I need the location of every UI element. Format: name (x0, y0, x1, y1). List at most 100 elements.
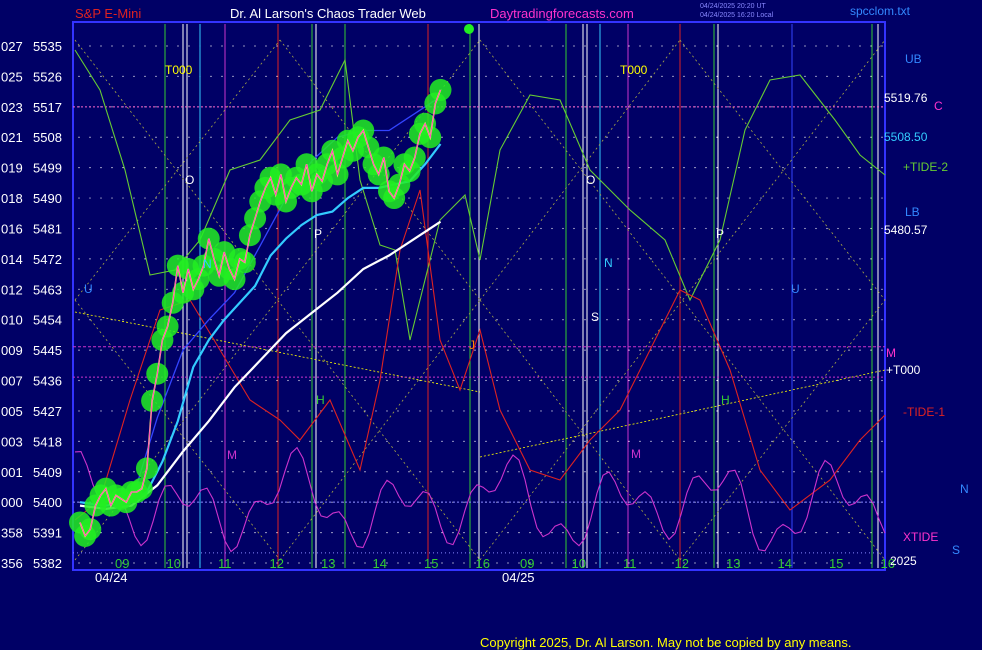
grid-dot (353, 288, 355, 290)
grid-dot (232, 440, 234, 442)
grid-dot (837, 531, 839, 534)
grid-dot (881, 349, 883, 351)
grid-dot (815, 197, 817, 199)
grid-dot (276, 75, 278, 78)
y-tick-price: 5472 (33, 252, 62, 267)
grid-dot (419, 106, 421, 108)
x-tick-hour: 13 (321, 556, 335, 571)
grid-dot (771, 167, 773, 169)
grid-dot (705, 562, 707, 564)
grid-dot (826, 471, 828, 473)
website-link[interactable]: Daytradingforecasts.com (490, 6, 634, 21)
grid-dot (507, 531, 509, 534)
grid-dot (749, 440, 751, 442)
x-tick-hour: 11 (218, 556, 232, 571)
grid-dot (584, 288, 586, 290)
grid-dot (463, 75, 465, 78)
grid-dot (309, 410, 311, 412)
diagonal-lines (74, 39, 886, 561)
grid-dot (133, 319, 135, 321)
grid-dot (463, 562, 465, 564)
grid-dot (353, 562, 355, 564)
grid-dot (540, 440, 542, 442)
grid-dot (683, 197, 685, 199)
plot-marker-letter: M (227, 448, 237, 462)
plot-marker-letter: S (591, 310, 599, 324)
grid-dot (419, 562, 421, 564)
grid-dot (584, 258, 586, 260)
grid-dot (595, 167, 597, 169)
grid-dot (287, 75, 289, 78)
grid-dot (496, 75, 498, 78)
grid-dot (661, 440, 663, 442)
grid-dot (573, 379, 575, 382)
y-tick-price: 5526 (33, 69, 62, 84)
grid-dot (232, 197, 234, 199)
grid-dot (386, 288, 388, 290)
grid-dot (793, 45, 795, 47)
grid-dot (650, 379, 652, 382)
grid-dot (606, 410, 608, 412)
grid-dot (89, 197, 91, 199)
grid-dot (210, 471, 212, 473)
grid-dot (782, 227, 784, 230)
grid-dot (661, 288, 663, 290)
grid-dot (837, 45, 839, 47)
grid-dot (111, 106, 113, 108)
grid-dot (210, 440, 212, 442)
grid-dot (716, 45, 718, 47)
grid-dot (221, 349, 223, 351)
grid-dot (672, 471, 674, 473)
grid-dot (408, 349, 410, 351)
grid-dot (815, 501, 817, 503)
grid-dot (111, 288, 113, 290)
grid-dot (243, 197, 245, 199)
grid-dot (562, 319, 564, 321)
grid-dot (529, 319, 531, 321)
grid-dot (243, 106, 245, 108)
grid-dot (562, 45, 564, 47)
data-file-name: spcclom.txt (850, 4, 911, 18)
grid-dot (782, 258, 784, 260)
grid-dot (320, 136, 322, 138)
grid-dot (111, 227, 113, 230)
grid-dot (738, 531, 740, 534)
grid-dot (848, 167, 850, 169)
grid-dot (881, 471, 883, 473)
grid-dot (419, 440, 421, 442)
grid-dot (738, 379, 740, 382)
grid-dot (331, 197, 333, 199)
grid-dot (188, 531, 190, 534)
grid-dot (859, 136, 861, 138)
y-tick-degree: 003 (1, 434, 23, 449)
grid-dot (837, 288, 839, 290)
grid-dot (419, 319, 421, 321)
grid-dot (749, 197, 751, 199)
grid-dot (661, 197, 663, 199)
grid-dot (705, 75, 707, 78)
grid-dot (815, 440, 817, 442)
grid-dot (507, 440, 509, 442)
grid-dot (760, 197, 762, 199)
grid-dot (771, 410, 773, 412)
grid-dot (375, 197, 377, 199)
grid-dot (749, 410, 751, 412)
grid-dot (474, 227, 476, 230)
grid-dot (210, 197, 212, 199)
grid-dot (331, 75, 333, 78)
grid-dot (848, 349, 850, 351)
grid-dot (826, 562, 828, 564)
grid-dot (78, 227, 80, 230)
grid-dot (771, 197, 773, 199)
grid-dot (760, 440, 762, 442)
grid-dot (617, 562, 619, 564)
grid-dot (177, 319, 179, 321)
grid-dot (683, 106, 685, 108)
grid-dot (342, 45, 344, 47)
plot-marker-letter: N (604, 256, 613, 270)
grid-dot (331, 531, 333, 534)
x-tick-hour: 10 (572, 556, 586, 571)
xtide-curve (74, 446, 886, 553)
grid-dot (760, 531, 762, 534)
grid-dot (452, 379, 454, 382)
